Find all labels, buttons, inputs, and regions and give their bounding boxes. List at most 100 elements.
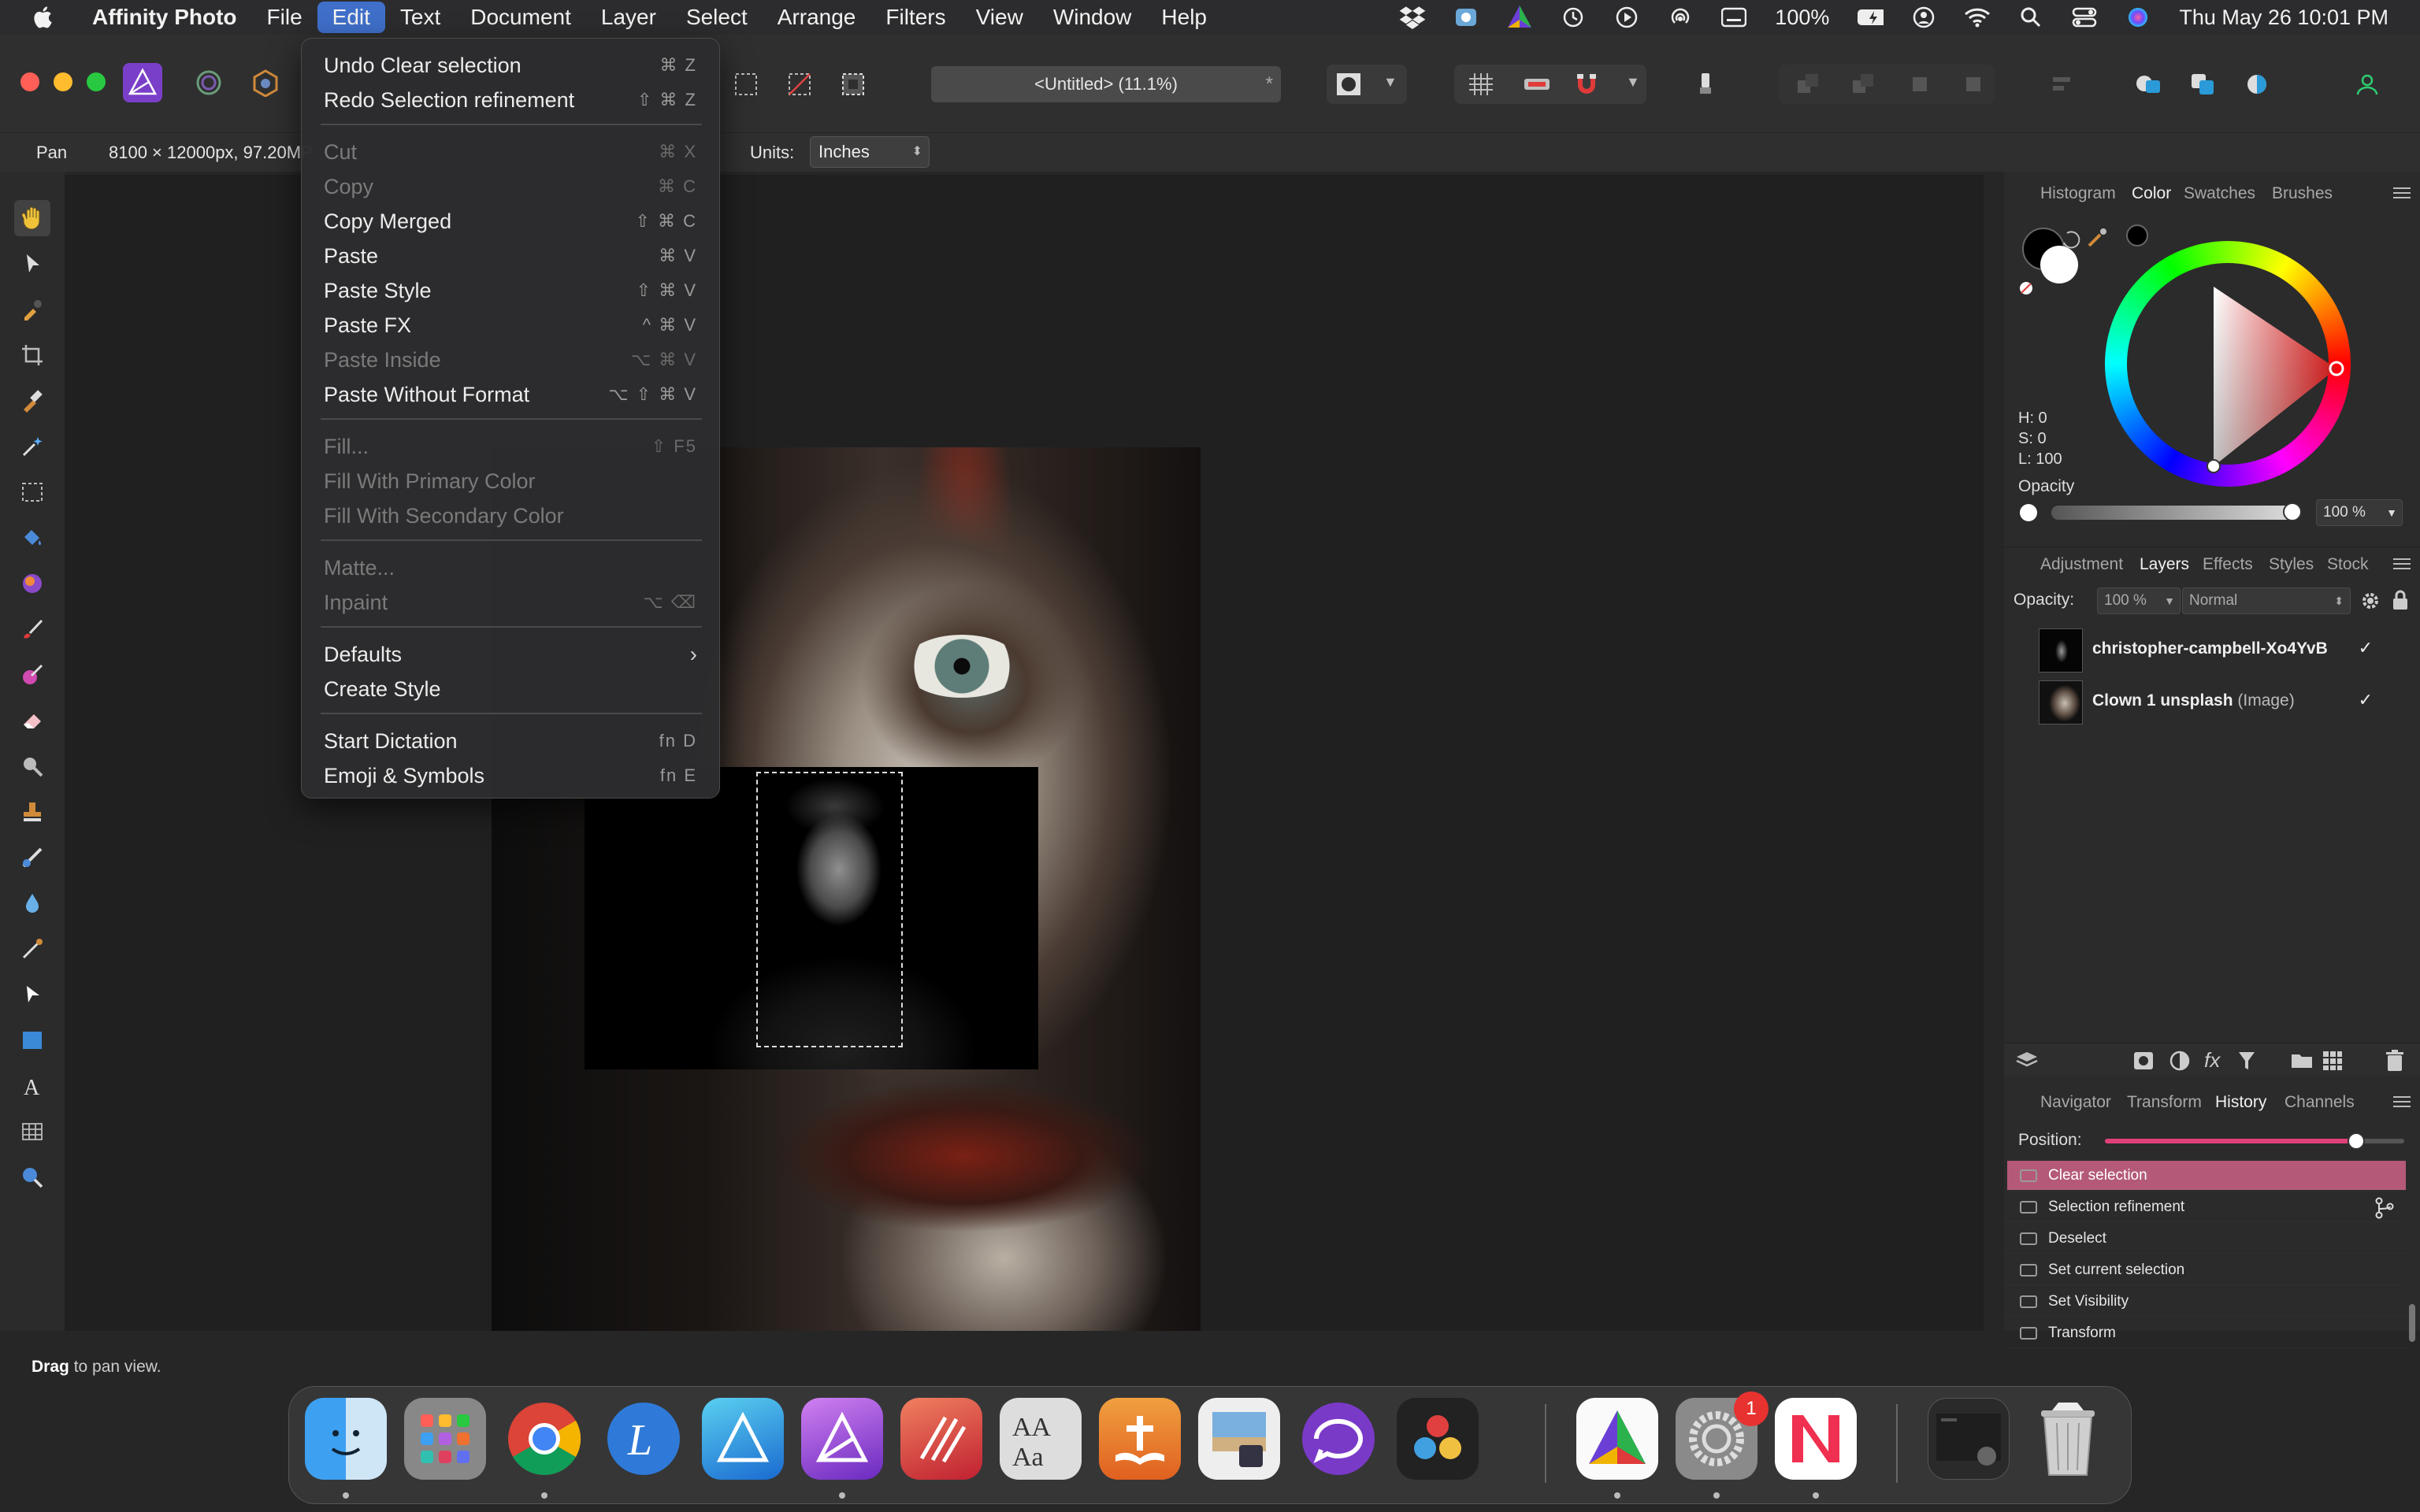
dropbox-icon[interactable] [1399, 6, 1426, 29]
lasso-app-icon[interactable]: L [603, 1398, 685, 1480]
marquee-tool[interactable] [14, 474, 50, 510]
liquify-persona-button[interactable] [189, 63, 228, 102]
menu-item-copy-merged[interactable]: Copy Merged ⇧ ⌘ C [308, 204, 713, 239]
trash-icon[interactable] [2385, 1050, 2404, 1072]
layer-row[interactable]: Clown 1 unsplash (Image) ✓ [2004, 676, 2420, 726]
deselect-button[interactable] [780, 65, 819, 104]
messenger-app-icon[interactable] [1297, 1398, 1379, 1480]
color-picker-tool[interactable] [14, 291, 50, 328]
arrange-back-button[interactable] [1788, 65, 1828, 104]
color-triangle[interactable] [2140, 265, 2351, 487]
color-replacement-tool[interactable] [14, 657, 50, 693]
history-item[interactable]: Set current selection [2007, 1255, 2406, 1285]
menu-select[interactable]: Select [671, 2, 763, 33]
layers-stack-icon[interactable] [2015, 1050, 2039, 1070]
slider-handle[interactable] [2348, 1132, 2366, 1150]
menu-item-undo[interactable]: Undo Clear selection ⌘ Z [308, 48, 713, 83]
layer-visibility-checkbox[interactable]: ✓ [2359, 690, 2373, 710]
chevron-down-icon[interactable]: ▼ [1626, 74, 1640, 91]
assistant-icon[interactable] [1524, 72, 1550, 96]
arrange-forward-button[interactable] [1899, 65, 1938, 104]
branch-icon[interactable] [2374, 1197, 2395, 1219]
tab-color[interactable]: Color [2132, 184, 2171, 203]
tab-stock[interactable]: Stock [2327, 555, 2369, 574]
screenshot-app-icon[interactable] [1453, 6, 1479, 29]
arrange-front-button[interactable] [1954, 65, 1993, 104]
menu-edit[interactable]: Edit [317, 2, 385, 33]
affinity-designer-icon[interactable] [702, 1398, 784, 1480]
menu-arrange[interactable]: Arrange [763, 2, 871, 33]
history-position-slider[interactable] [2105, 1132, 2404, 1150]
menu-item-emoji-symbols[interactable]: Emoji & Symbols fn E [308, 758, 713, 793]
mesh-warp-tool[interactable] [14, 1114, 50, 1150]
clone-brush-tool[interactable] [14, 794, 50, 830]
gradient-tool[interactable] [14, 565, 50, 602]
wifi-icon[interactable] [1964, 6, 1991, 29]
tab-styles[interactable]: Styles [2269, 555, 2314, 574]
menu-item-paste-style[interactable]: Paste Style ⇧ ⌘ V [308, 273, 713, 308]
boolean-intersect-button[interactable] [2239, 65, 2278, 104]
search-icon[interactable] [2017, 6, 2044, 29]
menu-item-paste-without-format[interactable]: Paste Without Format ⌥ ⇧ ⌘ V [308, 377, 713, 412]
font-book-icon[interactable]: AA Aa [1000, 1398, 1082, 1480]
airdrop-icon[interactable] [1667, 6, 1694, 29]
panel-menu-icon[interactable] [2393, 1096, 2411, 1107]
units-select[interactable]: Inches ⬍ [810, 136, 930, 168]
flood-fill-tool[interactable] [14, 520, 50, 556]
healing-brush-tool[interactable] [14, 839, 50, 876]
history-scrollbar[interactable] [2409, 1304, 2415, 1342]
user-profile-button[interactable] [2348, 65, 2387, 104]
battery-icon[interactable] [1857, 6, 1884, 29]
selection-brush-button[interactable] [1686, 65, 1725, 104]
boolean-add-button[interactable] [2129, 65, 2168, 104]
arrange-backward-button[interactable] [1843, 65, 1883, 104]
tab-brushes[interactable]: Brushes [2272, 184, 2333, 203]
adjustment-layer-icon[interactable] [2169, 1051, 2190, 1071]
crop-tool[interactable] [14, 337, 50, 373]
tab-navigator[interactable]: Navigator [2040, 1093, 2111, 1112]
menu-document[interactable]: Document [455, 2, 586, 33]
apple-icon[interactable] [32, 5, 57, 30]
marquee-selection-button[interactable] [726, 65, 766, 104]
tab-transform[interactable]: Transform [2127, 1093, 2202, 1112]
boolean-subtract-button[interactable] [2184, 65, 2223, 104]
panel-menu-icon[interactable] [2393, 187, 2411, 198]
menu-file[interactable]: File [252, 2, 317, 33]
opacity-value-field[interactable]: 100 % ▼ [2316, 499, 2403, 526]
rectangle-tool[interactable] [14, 1022, 50, 1058]
paint-brush-tool[interactable] [14, 611, 50, 647]
menu-item-create-style[interactable]: Create Style [308, 672, 713, 706]
menu-help[interactable]: Help [1146, 2, 1222, 33]
siri-icon[interactable] [2125, 6, 2151, 29]
menu-app-name[interactable]: Affinity Photo [77, 2, 252, 33]
fx-icon[interactable]: fx [2204, 1048, 2220, 1073]
erase-brush-tool[interactable] [14, 702, 50, 739]
menu-item-paste[interactable]: Paste ⌘ V [308, 239, 713, 273]
document-title-tab[interactable]: <Untitled> (11.1%) * [931, 66, 1281, 102]
live-filter-icon[interactable] [2237, 1051, 2256, 1071]
affinity-suite-icon[interactable] [1576, 1398, 1658, 1480]
chrome-icon[interactable] [503, 1398, 585, 1480]
tab-effects[interactable]: Effects [2203, 555, 2253, 574]
node-tool[interactable] [14, 976, 50, 1013]
mask-layer-icon[interactable] [2133, 1051, 2154, 1070]
move-tool[interactable] [14, 246, 50, 282]
finder-icon[interactable] [305, 1398, 387, 1480]
menu-text[interactable]: Text [385, 2, 455, 33]
tab-histogram[interactable]: Histogram [2040, 184, 2116, 203]
invert-selection-button[interactable] [833, 65, 873, 104]
lock-icon[interactable] [2392, 589, 2409, 611]
menu-item-paste-fx[interactable]: Paste FX ^ ⌘ V [308, 308, 713, 343]
history-item[interactable]: Deselect [2007, 1224, 2406, 1254]
affinity-photo-icon[interactable] [801, 1398, 883, 1480]
news-app-icon[interactable] [1775, 1398, 1857, 1480]
panel-menu-icon[interactable] [2393, 558, 2411, 569]
history-item[interactable]: Set Visibility [2007, 1287, 2406, 1317]
pan-tool[interactable] [14, 200, 50, 236]
launchpad-icon[interactable] [404, 1398, 486, 1480]
selection-marquee[interactable] [756, 772, 903, 1047]
smudge-brush-tool[interactable] [14, 931, 50, 967]
text-tool[interactable]: A [14, 1068, 50, 1104]
menu-item-defaults[interactable]: Defaults › [308, 637, 713, 672]
bible-app-icon[interactable] [1099, 1398, 1181, 1480]
